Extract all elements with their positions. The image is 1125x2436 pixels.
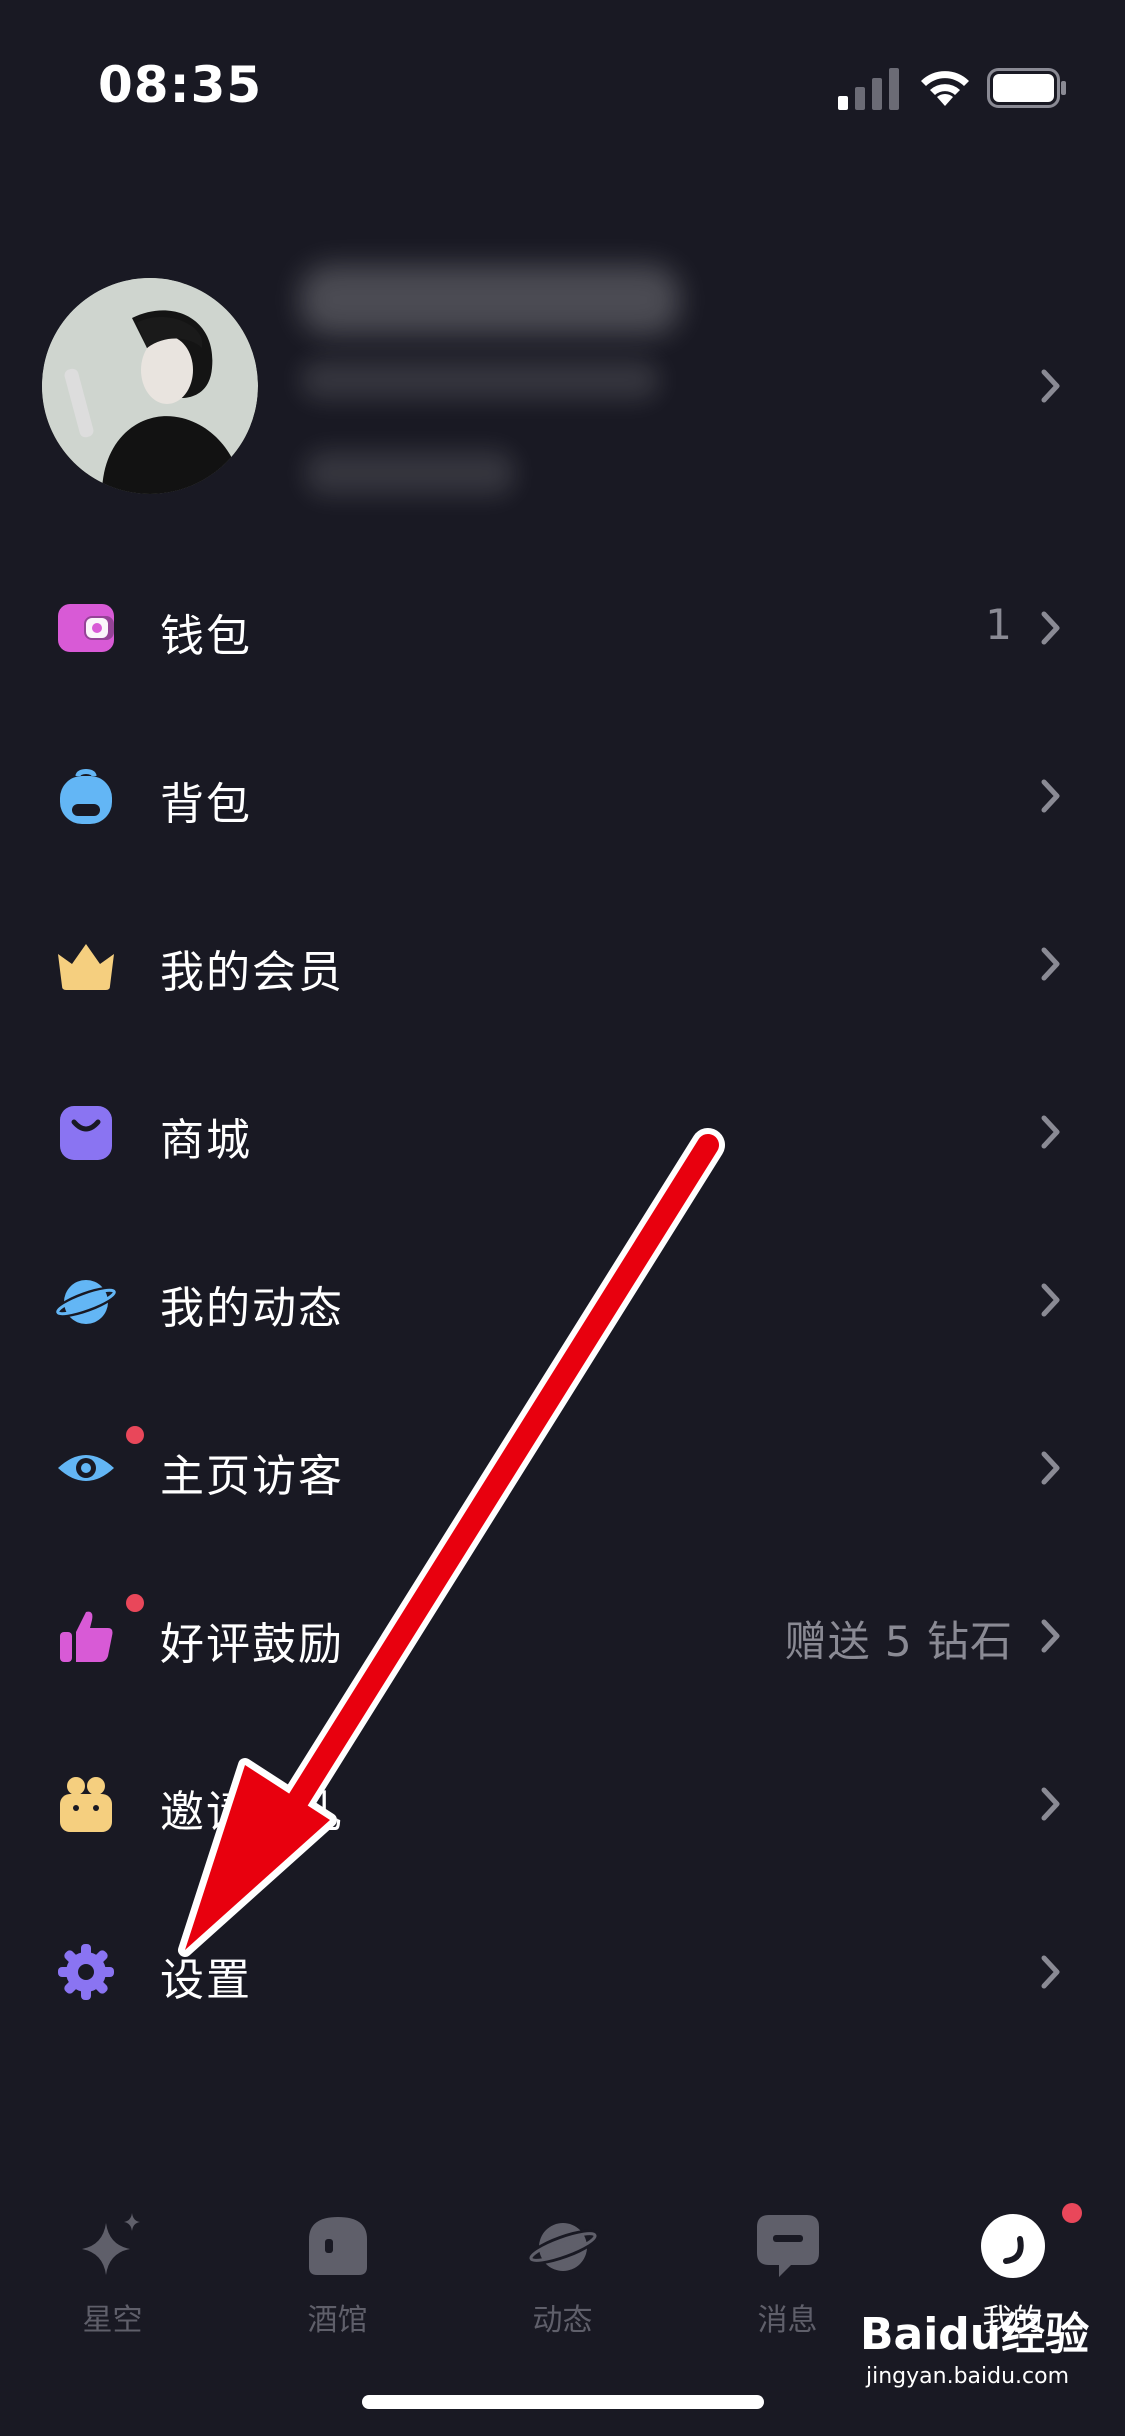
eye-icon bbox=[58, 1455, 114, 1481]
tab-label: 酒馆 bbox=[307, 2303, 368, 2338]
tab-feed[interactable]: 动态 bbox=[450, 2195, 675, 2355]
menu-item-label: 我的动态 bbox=[160, 1283, 344, 1334]
tab-label: 动态 bbox=[532, 2303, 593, 2338]
menu-item-settings[interactable]: 设置 bbox=[0, 1912, 1125, 2032]
menu-item-rating[interactable]: 好评鼓励 赠送 5 钻石 bbox=[0, 1576, 1125, 1696]
tab-tavern[interactable]: 酒馆 bbox=[225, 2195, 450, 2355]
menu-item-label: 邀请有礼 bbox=[160, 1787, 344, 1838]
menu-item-invite[interactable]: 邀请有礼 bbox=[0, 1744, 1125, 1864]
menu-item-label: 背包 bbox=[160, 779, 252, 830]
shopping-bag-icon bbox=[60, 1106, 112, 1160]
menu-item-label: 商城 bbox=[160, 1115, 252, 1166]
baidu-watermark: Baidu经验 jingyan.baidu.com bbox=[860, 2298, 1100, 2398]
menu-item-label: 钱包 bbox=[160, 611, 252, 662]
wallet-icon bbox=[58, 604, 114, 652]
sparkle-icon bbox=[82, 2213, 140, 2275]
profile-header[interactable] bbox=[0, 260, 1125, 510]
crown-icon bbox=[58, 944, 114, 990]
menu-item-visitors[interactable]: 主页访客 bbox=[0, 1408, 1125, 1528]
status-bar: 08:35 bbox=[0, 0, 1125, 150]
cellular-signal-icon bbox=[838, 68, 899, 110]
chevron-right-icon bbox=[1041, 1283, 1060, 1317]
planet-icon bbox=[526, 2223, 600, 2271]
notification-dot bbox=[1062, 2203, 1082, 2223]
battery-icon bbox=[987, 68, 1066, 108]
blurred-username bbox=[300, 265, 680, 335]
tab-label: 星空 bbox=[82, 2303, 143, 2338]
menu-item-label: 主页访客 bbox=[160, 1451, 344, 1502]
tab-starry-sky[interactable]: 星空 bbox=[0, 2195, 225, 2355]
chevron-right-icon bbox=[1041, 779, 1060, 813]
menu-item-backpack[interactable]: 背包 bbox=[0, 736, 1125, 856]
chevron-right-icon bbox=[1041, 1115, 1060, 1149]
chevron-right-icon bbox=[1041, 1787, 1060, 1821]
notification-dot bbox=[126, 1426, 144, 1444]
home-indicator bbox=[362, 2395, 764, 2409]
chevron-right-icon bbox=[1041, 1451, 1060, 1485]
menu-item-membership[interactable]: 我的会员 bbox=[0, 904, 1125, 1024]
menu-item-label: 好评鼓励 bbox=[160, 1619, 344, 1670]
chevron-right-icon bbox=[1041, 1955, 1060, 1989]
wallet-count: 1 bbox=[985, 600, 1013, 649]
watermark-logo: Baidu经验 bbox=[860, 2309, 1090, 2360]
watermark-url: jingyan.baidu.com bbox=[866, 2364, 1070, 2389]
menu-item-shop[interactable]: 商城 bbox=[0, 1072, 1125, 1192]
tavern-icon bbox=[309, 2217, 367, 2275]
thumbs-up-icon bbox=[60, 1611, 113, 1662]
menu-item-my-posts[interactable]: 我的动态 bbox=[0, 1240, 1125, 1360]
avatar[interactable] bbox=[42, 278, 258, 494]
profile-icon bbox=[981, 2214, 1045, 2278]
menu-item-label: 我的会员 bbox=[160, 947, 344, 998]
gear-icon bbox=[58, 1944, 114, 2000]
message-icon bbox=[757, 2215, 819, 2277]
blurred-user-tag bbox=[305, 450, 515, 496]
rating-reward-text: 赠送 5 钻石 bbox=[784, 1617, 1013, 1666]
chevron-right-icon bbox=[1041, 611, 1060, 645]
status-time: 08:35 bbox=[98, 56, 263, 114]
avatar-illustration bbox=[42, 278, 258, 494]
backpack-icon bbox=[60, 769, 112, 824]
chevron-right-icon bbox=[1041, 947, 1060, 981]
gift-icon bbox=[60, 1777, 112, 1832]
wifi-icon bbox=[921, 71, 969, 106]
menu-item-wallet[interactable]: 钱包 1 bbox=[0, 568, 1125, 688]
chevron-right-icon bbox=[1041, 1619, 1060, 1653]
notification-dot bbox=[126, 1594, 144, 1612]
chevron-right-icon bbox=[1041, 369, 1060, 403]
planet-icon bbox=[56, 1280, 116, 1324]
menu-item-label: 设置 bbox=[160, 1955, 252, 2006]
blurred-user-id bbox=[300, 360, 660, 400]
